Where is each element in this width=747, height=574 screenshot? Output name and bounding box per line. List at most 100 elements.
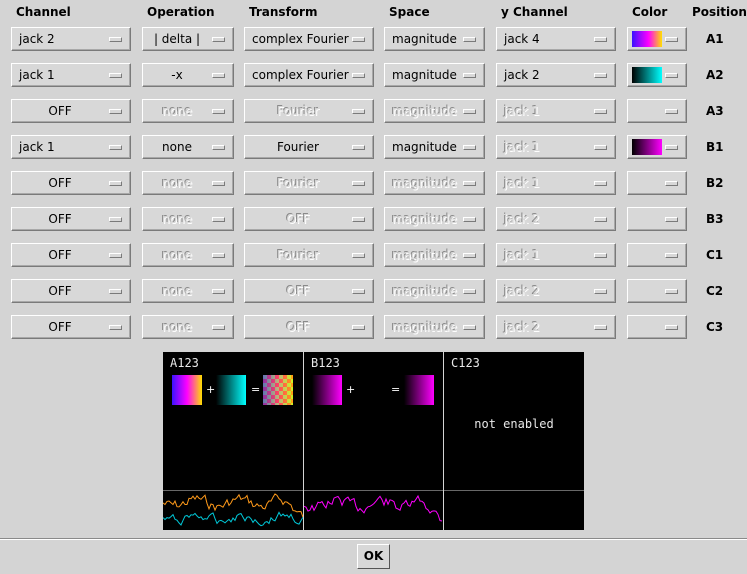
- color-dropdown[interactable]: [627, 279, 687, 303]
- position-label: B1: [706, 140, 724, 154]
- color-dropdown[interactable]: [627, 27, 687, 51]
- panel-title: A123: [170, 356, 199, 370]
- color-dropdown[interactable]: [627, 63, 687, 87]
- dropdown-arrow-icon: [594, 145, 607, 150]
- space-value: magnitude: [392, 104, 457, 118]
- channel-dropdown[interactable]: OFF: [11, 99, 131, 123]
- ychannel-dropdown[interactable]: jack 2: [496, 207, 616, 231]
- channel-dropdown[interactable]: OFF: [11, 207, 131, 231]
- ychannel-dropdown[interactable]: jack 4: [496, 27, 616, 51]
- color-dropdown[interactable]: [627, 135, 687, 159]
- dropdown-arrow-icon: [352, 73, 365, 78]
- channel-dropdown[interactable]: jack 1: [11, 63, 131, 87]
- transform-dropdown[interactable]: complex Fourier: [244, 63, 374, 87]
- space-dropdown[interactable]: magnitude: [384, 243, 485, 267]
- channel-value: OFF: [48, 284, 72, 298]
- dropdown-arrow-icon: [594, 73, 607, 78]
- color-dropdown[interactable]: [627, 171, 687, 195]
- dropdown-arrow-icon: [665, 37, 678, 42]
- operation-dropdown[interactable]: none: [142, 279, 234, 303]
- transform-dropdown[interactable]: OFF: [244, 315, 374, 339]
- dropdown-arrow-icon: [212, 253, 225, 258]
- preview-panel-a: A123 + =: [163, 352, 303, 530]
- ychannel-value: jack 2: [504, 212, 540, 226]
- color-dropdown[interactable]: [627, 99, 687, 123]
- operation-dropdown[interactable]: none: [142, 99, 234, 123]
- dropdown-arrow-icon: [109, 145, 122, 150]
- ychannel-dropdown[interactable]: jack 2: [496, 315, 616, 339]
- channel-dropdown[interactable]: jack 2: [11, 27, 131, 51]
- ychannel-value: jack 4: [504, 32, 540, 46]
- color-dropdown[interactable]: [627, 243, 687, 267]
- trace-plot-a: [163, 490, 303, 527]
- dropdown-arrow-icon: [665, 73, 678, 78]
- transform-dropdown[interactable]: Fourier: [244, 171, 374, 195]
- dropdown-arrow-icon: [109, 37, 122, 42]
- transform-dropdown[interactable]: Fourier: [244, 243, 374, 267]
- trace-a-cyan: [163, 511, 303, 527]
- channel-dropdown[interactable]: OFF: [11, 243, 131, 267]
- ok-button[interactable]: OK: [357, 544, 390, 569]
- position-label: A1: [706, 32, 724, 46]
- header-y-channel: y Channel: [501, 5, 568, 19]
- operation-dropdown[interactable]: -x: [142, 63, 234, 87]
- dropdown-arrow-icon: [212, 109, 225, 114]
- dropdown-arrow-icon: [594, 217, 607, 222]
- header-color: Color: [632, 5, 668, 19]
- space-dropdown[interactable]: magnitude: [384, 63, 485, 87]
- color-swatch-a2: [216, 375, 246, 405]
- space-dropdown[interactable]: magnitude: [384, 315, 485, 339]
- space-dropdown[interactable]: magnitude: [384, 171, 485, 195]
- operation-value: -x: [171, 68, 183, 82]
- transform-dropdown[interactable]: Fourier: [244, 135, 374, 159]
- space-dropdown[interactable]: magnitude: [384, 27, 485, 51]
- ychannel-dropdown[interactable]: jack 1: [496, 99, 616, 123]
- color-swatch-b1: [312, 375, 342, 405]
- ychannel-dropdown[interactable]: jack 2: [496, 279, 616, 303]
- header-operation: Operation: [147, 5, 215, 19]
- operation-value: none: [162, 320, 192, 334]
- ychannel-dropdown[interactable]: jack 1: [496, 243, 616, 267]
- trace-plot-c: [444, 490, 584, 491]
- preview-panel-c: C123 not enabled: [444, 352, 584, 530]
- operation-dropdown[interactable]: none: [142, 207, 234, 231]
- ychannel-value: jack 1: [504, 248, 540, 262]
- dropdown-arrow-icon: [352, 289, 365, 294]
- space-dropdown[interactable]: magnitude: [384, 135, 485, 159]
- preview-panel-b: B123 + =: [304, 352, 443, 530]
- dropdown-arrow-icon: [463, 37, 476, 42]
- ychannel-dropdown[interactable]: jack 1: [496, 171, 616, 195]
- channel-dropdown[interactable]: OFF: [11, 279, 131, 303]
- color-dropdown[interactable]: [627, 207, 687, 231]
- dropdown-arrow-icon: [109, 253, 122, 258]
- space-dropdown[interactable]: magnitude: [384, 99, 485, 123]
- transform-dropdown[interactable]: Fourier: [244, 99, 374, 123]
- transform-dropdown[interactable]: OFF: [244, 207, 374, 231]
- operation-dropdown[interactable]: none: [142, 243, 234, 267]
- channel-dropdown[interactable]: OFF: [11, 315, 131, 339]
- transform-dropdown[interactable]: OFF: [244, 279, 374, 303]
- color-swatch: [632, 139, 662, 155]
- operation-dropdown[interactable]: none: [142, 315, 234, 339]
- transform-value: OFF: [286, 212, 310, 226]
- dropdown-arrow-icon: [109, 325, 122, 330]
- ychannel-dropdown[interactable]: jack 1: [496, 135, 616, 159]
- position-label: B3: [706, 212, 724, 226]
- color-dropdown[interactable]: [627, 315, 687, 339]
- space-value: magnitude: [392, 284, 457, 298]
- dropdown-arrow-icon: [352, 37, 365, 42]
- space-dropdown[interactable]: magnitude: [384, 207, 485, 231]
- transform-dropdown[interactable]: complex Fourier: [244, 27, 374, 51]
- equals-sign: =: [391, 383, 401, 396]
- operation-dropdown[interactable]: none: [142, 135, 234, 159]
- operation-dropdown[interactable]: none: [142, 171, 234, 195]
- ychannel-dropdown[interactable]: jack 2: [496, 63, 616, 87]
- operation-dropdown[interactable]: | delta |: [142, 27, 234, 51]
- space-value: magnitude: [392, 320, 457, 334]
- dropdown-arrow-icon: [665, 181, 678, 186]
- color-swatch-b-result: [404, 375, 434, 405]
- transform-value: complex Fourier: [252, 68, 349, 82]
- channel-dropdown[interactable]: jack 1: [11, 135, 131, 159]
- space-dropdown[interactable]: magnitude: [384, 279, 485, 303]
- channel-dropdown[interactable]: OFF: [11, 171, 131, 195]
